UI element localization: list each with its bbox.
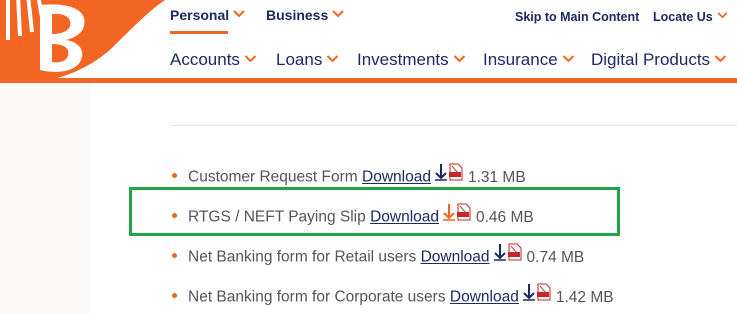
nav-insurance[interactable]: Insurance [483,50,575,70]
chevron-down-icon [327,54,339,62]
nav-loans[interactable]: Loans [276,50,339,70]
list-item: Net Banking form for Corporate users Dow… [172,283,614,308]
download-icons[interactable] [522,283,552,308]
locate-us-link[interactable]: Locate Us [653,10,728,24]
nav-digital-products-label: Digital Products [591,50,711,69]
download-link[interactable]: Download [450,289,519,306]
chevron-down-icon [453,54,465,62]
form-title: Customer Request Form [188,168,358,186]
chevron-down-icon [717,12,728,19]
tab-personal[interactable]: Personal [170,7,245,23]
nav-digital-products[interactable]: Digital Products [591,50,727,70]
nav-accounts[interactable]: Accounts [170,50,257,70]
chevron-down-icon [244,54,257,62]
pdf-file-icon [536,283,551,301]
download-arrow-icon [434,164,447,181]
page-gutter [0,83,90,314]
bullet-icon [172,293,177,298]
download-link[interactable]: Download [421,249,490,266]
tab-personal-label: Personal [170,7,230,23]
nav-investments[interactable]: Investments [357,50,466,70]
download-link[interactable]: Download [362,169,431,186]
tab-business-label: Business [266,7,329,23]
skip-to-main-link[interactable]: Skip to Main Content [515,10,639,24]
download-icons[interactable] [493,243,523,268]
download-arrow-icon [522,284,535,301]
list-item: Customer Request Form Download 1.31 MB [172,163,526,188]
header-accent-bar [0,78,737,83]
section-divider [170,125,737,126]
nav-accounts-label: Accounts [170,50,240,69]
form-title: Net Banking form for Retail users [188,248,417,266]
file-size: 1.31 MB [467,168,526,186]
download-icons[interactable] [434,163,464,188]
list-item: Net Banking form for Retail users Downlo… [172,243,585,268]
highlight-annotation-box [129,187,620,236]
file-size: 0.74 MB [526,248,585,266]
tab-business[interactable]: Business [266,7,344,23]
bullet-icon [172,253,177,258]
active-tab-underline [170,31,228,34]
locate-us-label: Locate Us [653,10,713,24]
pdf-file-icon [448,163,463,181]
chevron-down-icon [562,54,574,62]
bullet-icon [172,173,177,178]
nav-insurance-label: Insurance [483,50,558,69]
form-title: Net Banking form for Corporate users [188,288,446,306]
download-arrow-icon [493,244,506,261]
chevron-down-icon [714,54,727,62]
chevron-down-icon [332,10,344,18]
nav-loans-label: Loans [276,50,323,69]
pdf-file-icon [507,243,522,261]
bank-logo[interactable] [0,0,165,83]
chevron-down-icon [233,10,245,18]
file-size: 1.42 MB [555,288,614,306]
site-header: Personal Business Skip to Main Content L… [0,0,737,83]
nav-investments-label: Investments [357,50,449,69]
